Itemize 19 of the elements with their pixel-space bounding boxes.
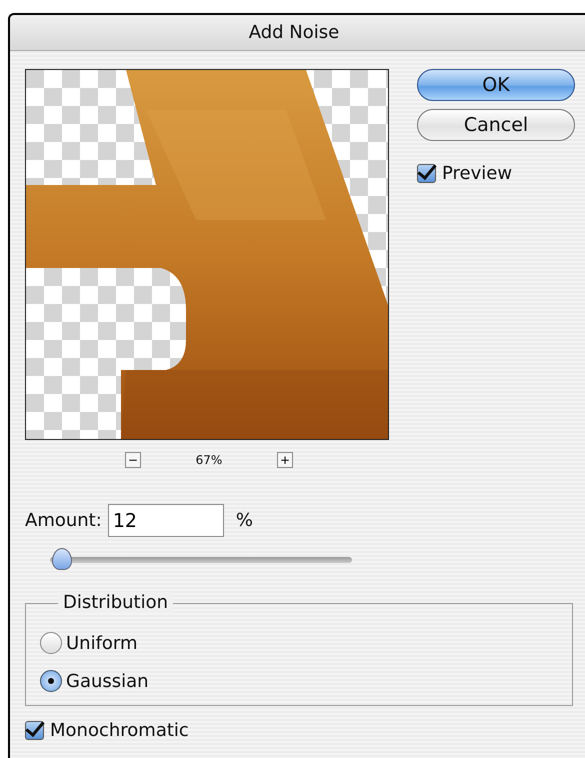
- zoom-out-button[interactable]: −: [125, 452, 141, 468]
- ok-button[interactable]: OK: [417, 69, 575, 101]
- zoom-level: 67%: [194, 453, 224, 467]
- amount-field[interactable]: 12: [108, 504, 224, 537]
- group-title: Distribution: [58, 592, 174, 613]
- zoom-in-button[interactable]: +: [277, 452, 293, 468]
- radio-label: Gaussian: [66, 670, 149, 692]
- slider-thumb[interactable]: [52, 548, 72, 570]
- monochromatic-checkbox[interactable]: [25, 721, 44, 740]
- radio-label: Uniform: [66, 632, 138, 654]
- unit-label: %: [236, 510, 253, 531]
- monochromatic-label: Monochromatic: [50, 720, 189, 741]
- cancel-button[interactable]: Cancel: [417, 109, 575, 141]
- window-title: Add Noise: [248, 22, 340, 43]
- amount-label: Amount:: [25, 510, 102, 531]
- radio-button[interactable]: [40, 670, 62, 692]
- radio-button[interactable]: [40, 632, 62, 654]
- preview-label: Preview: [442, 163, 512, 184]
- preview-checkbox[interactable]: [417, 164, 436, 183]
